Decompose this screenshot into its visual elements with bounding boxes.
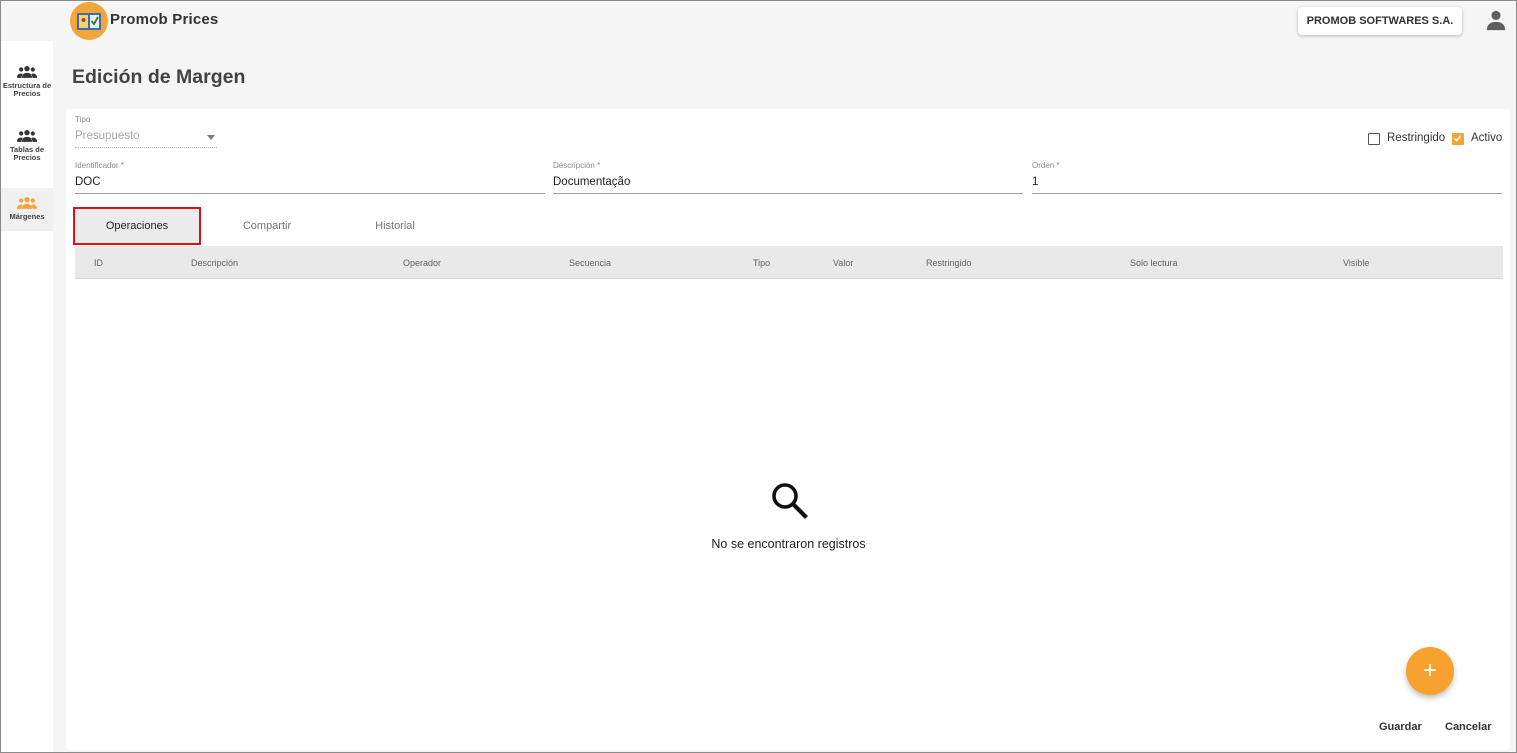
- descripcion-label: Descripción *: [553, 161, 601, 170]
- descripcion-underline: [553, 193, 1023, 194]
- sidebar-item-label: Estructura de Precios: [2, 82, 52, 98]
- sidebar-item-tablas-de-precios[interactable]: Tablas de Precios: [1, 125, 53, 167]
- activo-label: Activo: [1471, 132, 1503, 144]
- search-icon: [772, 483, 808, 519]
- orden-input[interactable]: 1: [1032, 176, 1038, 188]
- margin-edit-card: Tipo Presupuesto Restringido Activo Iden…: [66, 109, 1510, 750]
- company-selector-button[interactable]: PROMOB SOFTWARES S.A.: [1298, 7, 1462, 35]
- identificador-label: Identificador *: [75, 161, 124, 170]
- app-title: Promob Prices: [110, 11, 219, 28]
- descripcion-input[interactable]: Documentação: [553, 176, 630, 188]
- group-icon: [17, 130, 37, 142]
- column-header-operador[interactable]: Operador: [403, 258, 441, 268]
- user-account-icon[interactable]: [1485, 9, 1507, 31]
- tipo-select[interactable]: Presupuesto: [75, 130, 140, 142]
- column-header-restringido[interactable]: Restringido: [926, 258, 972, 268]
- tab-historial[interactable]: Historial: [331, 207, 459, 245]
- identificador-input[interactable]: DOC: [75, 176, 101, 188]
- tipo-label: Tipo: [75, 115, 91, 124]
- column-header-descripcion[interactable]: Descripción: [191, 258, 238, 268]
- check-icon: [1453, 135, 1462, 142]
- operations-table-header: ID Descripción Operador Secuencia Tipo V…: [75, 246, 1503, 279]
- column-header-id[interactable]: ID: [94, 258, 103, 268]
- tab-operaciones[interactable]: Operaciones: [73, 207, 201, 245]
- tipo-underline: [75, 147, 217, 148]
- sidebar-label-line: Precios: [13, 153, 41, 162]
- orden-underline: [1032, 193, 1502, 194]
- sidebar-label-line: Márgenes: [9, 212, 45, 221]
- sidebar-item-label: Tablas de Precios: [2, 146, 52, 162]
- sidebar-nav: Estructura de Precios Tablas de Precios: [1, 41, 53, 752]
- page-title: Edición de Margen: [72, 66, 246, 88]
- sidebar-label-line: Precios: [13, 89, 41, 98]
- sidebar-item-margenes[interactable]: Márgenes: [1, 188, 53, 231]
- identificador-underline: [75, 193, 545, 194]
- sidebar-item-estructura-de-precios[interactable]: Estructura de Precios: [1, 61, 53, 103]
- orden-label: Orden *: [1032, 161, 1060, 170]
- column-header-tipo[interactable]: Tipo: [753, 258, 770, 268]
- empty-state-message: No se encontraron registros: [711, 537, 866, 551]
- column-header-secuencia[interactable]: Secuencia: [569, 258, 611, 268]
- cancel-button[interactable]: Cancelar: [1445, 721, 1491, 733]
- activo-checkbox[interactable]: [1452, 133, 1464, 145]
- app-logo[interactable]: [70, 2, 108, 40]
- group-icon: [17, 66, 37, 78]
- column-header-solo-lectura[interactable]: Solo lectura: [1130, 258, 1178, 268]
- group-icon: [17, 197, 37, 209]
- column-header-visible[interactable]: Visible: [1343, 258, 1369, 268]
- chevron-down-icon[interactable]: [207, 135, 215, 140]
- save-button[interactable]: Guardar: [1379, 721, 1422, 733]
- add-operation-button[interactable]: +: [1406, 647, 1454, 695]
- restringido-checkbox[interactable]: [1368, 133, 1380, 145]
- price-tags-icon: [77, 13, 101, 30]
- tab-compartir[interactable]: Compartir: [203, 207, 331, 245]
- column-header-valor[interactable]: Valor: [833, 258, 853, 268]
- restringido-label: Restringido: [1387, 132, 1446, 144]
- sidebar-item-label: Márgenes: [2, 213, 52, 221]
